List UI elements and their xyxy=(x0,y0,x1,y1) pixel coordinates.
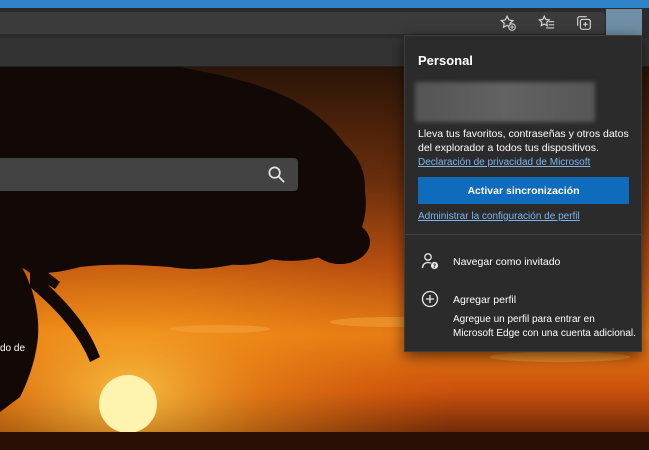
guest-label: Navegar como invitado xyxy=(453,256,561,268)
sync-description: Lleva tus favoritos, contraseñas y otros… xyxy=(418,128,629,154)
panel-title: Personal xyxy=(418,53,473,68)
add-favorite-icon[interactable] xyxy=(497,12,519,34)
collections-icon[interactable] xyxy=(573,12,595,34)
favorites-icon[interactable] xyxy=(536,12,558,34)
search-box[interactable] xyxy=(0,158,298,191)
privacy-statement-link[interactable]: Declaración de privacidad de Microsoft xyxy=(418,157,590,168)
add-profile-description: Agregue un perfil para entrar en Microso… xyxy=(453,314,636,339)
profile-panel: Personal Lleva tus favoritos, contraseña… xyxy=(404,35,642,352)
svg-text:?: ? xyxy=(433,263,437,270)
manage-profile-settings-link[interactable]: Administrar la configuración de perfil xyxy=(418,211,580,222)
window-top-strip xyxy=(0,0,649,8)
profile-avatar-button[interactable] xyxy=(606,9,642,38)
add-profile-label: Agregar perfil xyxy=(453,294,517,306)
blurred-account-info xyxy=(415,82,595,122)
page-snippet-text: do de xyxy=(0,343,26,354)
search-icon[interactable] xyxy=(267,165,286,184)
guest-icon: ? xyxy=(420,251,440,271)
sun-shape xyxy=(99,375,157,433)
add-circle-icon xyxy=(420,289,440,309)
panel-divider xyxy=(405,234,641,235)
browse-as-guest-item[interactable]: ? Navegar como invitado xyxy=(405,248,641,276)
turn-on-sync-button[interactable]: Activar sincronización xyxy=(418,177,629,204)
